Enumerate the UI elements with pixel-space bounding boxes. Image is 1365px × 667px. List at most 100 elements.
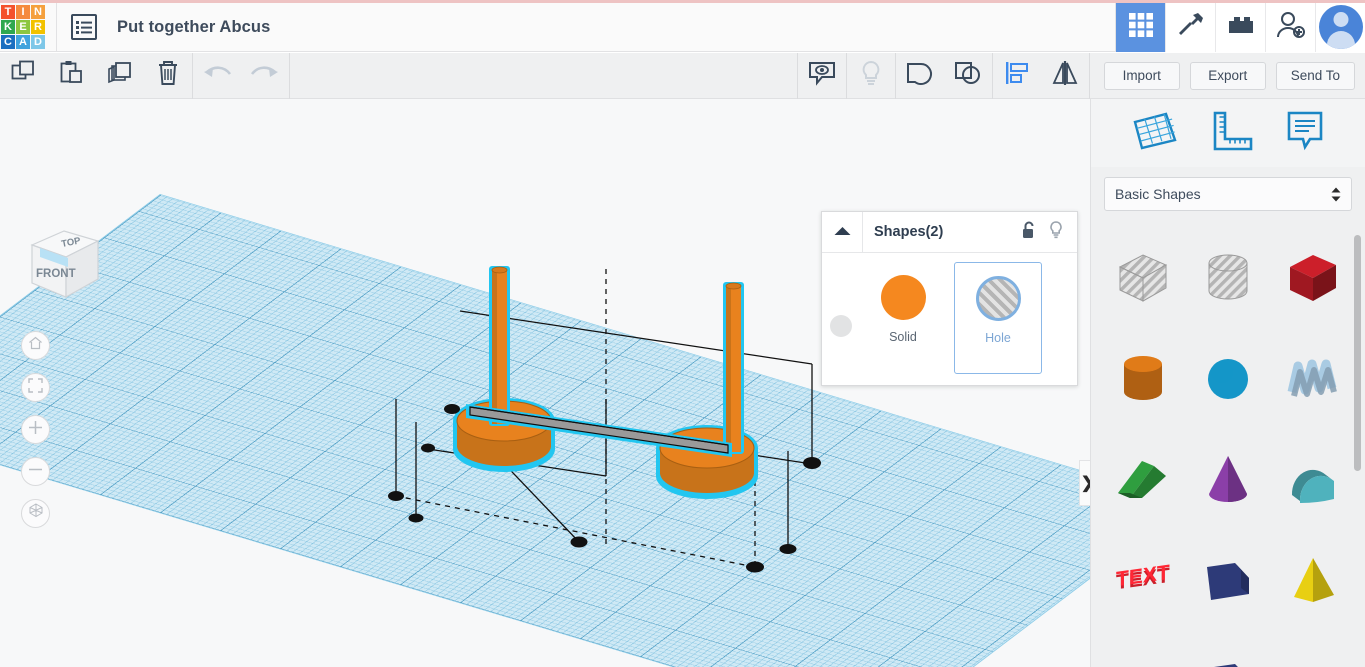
lego-brick-icon: [1227, 14, 1255, 41]
logo-tile-d: D: [31, 35, 45, 49]
codeblocks-button[interactable]: [1165, 2, 1215, 52]
cylinder-shape-glyph: [1112, 348, 1174, 410]
copy-button[interactable]: [0, 53, 48, 99]
fit-frame-icon: [28, 377, 43, 398]
shape-right-rod[interactable]: [723, 282, 744, 454]
caret-up-icon: [834, 223, 851, 241]
wedge-shape[interactable]: [1101, 429, 1186, 530]
align-icon: [1004, 61, 1030, 90]
shape-tools-group: [796, 52, 1090, 99]
paste-button[interactable]: [48, 53, 96, 99]
pyramid-shape[interactable]: [1270, 530, 1355, 631]
library-tools-row: [1091, 99, 1365, 167]
trash-icon: [156, 60, 180, 92]
home-view-button[interactable]: [21, 331, 50, 360]
solid-option[interactable]: Solid: [860, 262, 946, 344]
invite-user-button[interactable]: [1265, 2, 1315, 52]
cylinder-shape[interactable]: [1101, 328, 1186, 429]
cone-shape-glyph: [1197, 449, 1259, 511]
plus-icon: [28, 420, 43, 440]
delete-button[interactable]: [144, 53, 192, 99]
text-shape-glyph: TEXT TEXT: [1112, 550, 1174, 612]
lightbulb-icon[interactable]: [1049, 220, 1063, 244]
import-button[interactable]: Import: [1103, 61, 1180, 90]
spinner-arrows-icon: [1331, 187, 1341, 202]
scribble-shape-glyph: [1282, 348, 1344, 410]
grid-icon: [1128, 12, 1154, 43]
mirror-button[interactable]: [1041, 53, 1089, 99]
logo-tile-k: K: [1, 20, 15, 34]
toolbar-divider-2: [289, 52, 290, 99]
shapes-library-panel: Basic Shapes TEXT TEXT: [1090, 99, 1365, 667]
project-menu-button[interactable]: [71, 14, 97, 40]
zoom-out-button[interactable]: [21, 457, 50, 486]
blocks-button[interactable]: [1215, 2, 1265, 52]
box-shape[interactable]: [1270, 227, 1355, 328]
app-header: TIN KER CAD Put together Abcus: [0, 2, 1365, 52]
send-to-button[interactable]: Send To: [1275, 61, 1355, 90]
perspective-toggle-button[interactable]: [21, 499, 50, 528]
unlock-icon[interactable]: [1022, 221, 1036, 244]
cylinder-hole-shape[interactable]: [1186, 227, 1271, 328]
shape-left-rod[interactable]: [489, 266, 510, 426]
logo-tile-c: C: [1, 35, 15, 49]
view-cube[interactable]: TOP FRONT: [18, 217, 104, 309]
edit-tools-group: [0, 52, 290, 99]
shape-grid: TEXT TEXT: [1091, 223, 1365, 667]
hole-option[interactable]: Hole: [954, 262, 1042, 374]
sphere-shape-glyph: [1197, 348, 1259, 410]
panel-collapse-button[interactable]: ❯: [1079, 460, 1090, 506]
cylinder-hole-shape-glyph: [1197, 247, 1259, 309]
undo-arrow-icon: [202, 63, 232, 88]
duplicate-button[interactable]: [96, 53, 144, 99]
logo-tile-e: E: [16, 20, 30, 34]
3d-canvas[interactable]: Workplane: [0, 99, 1090, 667]
sphere-shape[interactable]: [1186, 328, 1271, 429]
scribble-shape[interactable]: [1270, 328, 1355, 429]
cone-shape[interactable]: [1186, 429, 1271, 530]
note-tool-icon[interactable]: [1286, 110, 1324, 157]
header-divider: [56, 2, 57, 52]
duplicate-icon: [107, 60, 133, 91]
logo-tile-n: N: [31, 5, 45, 19]
box-shape-glyph: [1282, 247, 1344, 309]
polygon2-shape[interactable]: [1186, 631, 1271, 667]
shapes-popup-header: Shapes(2): [822, 212, 1077, 253]
light-button[interactable]: [847, 53, 895, 99]
color-toggle-pill[interactable]: [830, 315, 852, 337]
box-hole-shape[interactable]: [1101, 227, 1186, 328]
account-button[interactable]: [1315, 2, 1365, 52]
show-hide-button[interactable]: [798, 53, 846, 99]
shapes-popup-collapse-button[interactable]: [822, 212, 863, 252]
shape-category-select[interactable]: Basic Shapes: [1104, 177, 1352, 211]
polygon-shape[interactable]: [1186, 530, 1271, 631]
ungroup-shapes-icon: [954, 60, 982, 91]
align-button[interactable]: [993, 53, 1041, 99]
group-button[interactable]: [896, 53, 944, 99]
logo-tile-t: T: [1, 5, 15, 19]
tinkercad-logo[interactable]: TIN KER CAD: [1, 5, 45, 49]
redo-button[interactable]: [241, 53, 289, 99]
shape-category-value: Basic Shapes: [1115, 186, 1201, 202]
logo-tile-a: A: [16, 35, 30, 49]
fit-to-view-button[interactable]: [21, 373, 50, 402]
text-shape[interactable]: TEXT TEXT: [1101, 530, 1186, 631]
lightbulb-icon: [860, 60, 882, 92]
document-title[interactable]: Put together Abcus: [117, 18, 270, 37]
workplane-tool-icon[interactable]: [1132, 110, 1178, 157]
add-user-icon: [1276, 11, 1306, 44]
toolbar-divider-7: [1088, 52, 1090, 99]
zoom-in-button[interactable]: [21, 415, 50, 444]
ungroup-button[interactable]: [944, 53, 992, 99]
shape-grid-scrollbar[interactable]: [1354, 235, 1361, 471]
polygon2-shape-glyph: [1197, 651, 1259, 667]
torus-shape[interactable]: [1101, 631, 1186, 667]
halfsphere-shape[interactable]: [1270, 631, 1355, 667]
ruler-tool-icon[interactable]: [1211, 110, 1253, 157]
shapes-properties-popup: Shapes(2) Solid Hole: [821, 211, 1078, 386]
gallery-grid-button[interactable]: [1115, 2, 1165, 52]
view-cube-front-label: FRONT: [36, 268, 76, 280]
undo-button[interactable]: [193, 53, 241, 99]
export-button[interactable]: Export: [1189, 61, 1266, 90]
roof-shape[interactable]: [1270, 429, 1355, 530]
